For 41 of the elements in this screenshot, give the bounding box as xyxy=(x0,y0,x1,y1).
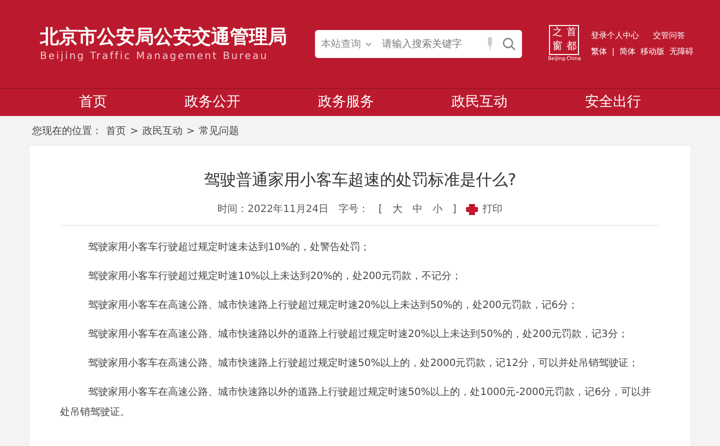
font-size-option[interactable]: 小 xyxy=(432,202,442,217)
breadcrumb-separator: > xyxy=(186,124,195,138)
nav-item[interactable]: 政务服务 xyxy=(318,92,374,113)
header-link[interactable]: 简体 xyxy=(620,47,636,57)
article-paragraph: 驾驶家用小客车在高速公路、城市快速路以外的道路上行驶超过规定时速20%以上未达到50%的，处200元罚款，记3分； xyxy=(87,328,629,342)
separator-text: | xyxy=(612,47,615,57)
breadcrumb-label: 您现在的位置： xyxy=(32,124,102,138)
font-size-option[interactable]: 中 xyxy=(412,202,422,217)
breadcrumb-separator: > xyxy=(130,124,138,138)
search-scope-dropdown[interactable]: 本站查询 xyxy=(321,36,361,52)
bracket: [ xyxy=(378,203,382,217)
font-size-option[interactable]: 大 xyxy=(392,202,402,217)
nav-item[interactable]: 安全出行 xyxy=(585,92,642,113)
article-paragraph: 驾驶家用小客车在高速公路、城市快速路上行驶超过规定时速20%以上未达到50%的，处200元罚款，记6分； xyxy=(87,298,579,313)
article-paragraph: 驾驶家用小客车行驶超过规定时速未达到10%的，处警告处罚； xyxy=(87,240,372,255)
header-link[interactable]: 登录个人中心 xyxy=(590,31,639,41)
header-link[interactable]: 无障碍 xyxy=(670,47,694,57)
publish-date: 时间：2022年11月24日 xyxy=(218,202,329,217)
search-input[interactable]: 请输入搜索关键字 xyxy=(382,36,482,52)
article-title: 驾驶普通家用小客车超速的处罚标准是什么? xyxy=(202,169,518,191)
article-paragraph: 驾驶家用小客车行驶超过规定时速10%以上未达到20%的，处200元罚款，不记分； xyxy=(87,270,463,284)
nav-item[interactable]: 政务公开 xyxy=(184,92,240,113)
header-link[interactable]: 交管问答 xyxy=(652,31,685,41)
print-link[interactable]: 打印 xyxy=(466,202,502,217)
capital-logo: 之 首 窗 都 xyxy=(549,25,580,55)
site-title: 北京市公安局公安交通管理局 xyxy=(40,24,287,48)
nav-item[interactable]: 政民互动 xyxy=(452,92,508,113)
header-link[interactable]: 移动版 xyxy=(640,47,665,57)
article-paragraph: 驾驶家用小客车在高速公路、城市快速路以外的道路上行驶超过规定时速50%以上的，处1000元-2000元罚款，记6分，可以并处吊销驾驶证。 xyxy=(60,386,652,420)
article-paragraph: 驾驶家用小客车在高速公路、城市快速路上行驶超过规定时速50%以上的，处2000元罚款，记12分，可以并处吊销驾驶证； xyxy=(87,356,640,371)
site-subtitle: Beijing Traffic Management Bureau xyxy=(40,50,270,64)
search-icon[interactable] xyxy=(502,37,516,51)
bracket: ] xyxy=(452,203,456,217)
header-link[interactable]: 繁体 xyxy=(590,47,607,57)
breadcrumb-link[interactable]: 首页 xyxy=(106,124,126,138)
font-size-label: 字号： xyxy=(338,202,369,217)
search-field[interactable]: 本站查询 请输入搜索关键字 xyxy=(315,30,522,58)
caret-icon xyxy=(365,42,372,46)
nav-item[interactable]: 首页 xyxy=(78,92,107,113)
breadcrumb-link[interactable]: 常见问题 xyxy=(198,124,239,138)
breadcrumb-link[interactable]: 政民互动 xyxy=(142,124,182,138)
